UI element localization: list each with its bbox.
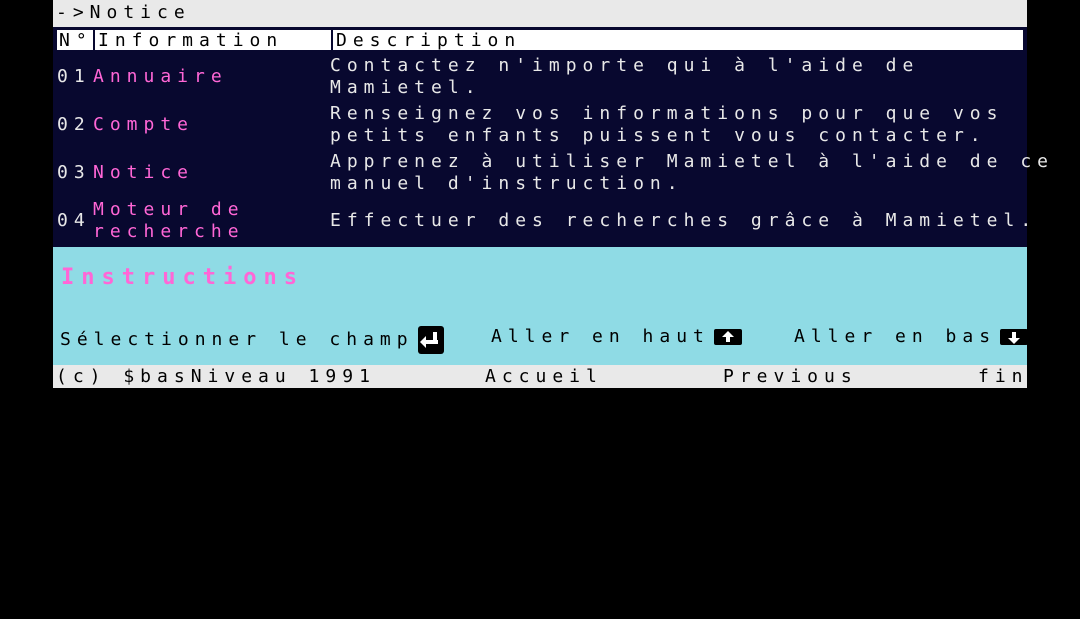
row-number: 01 [57,66,91,87]
row-number: 02 [57,114,91,135]
select-field-hint: Sélectionner le champ [60,326,444,354]
end-link[interactable]: fin [978,366,1029,388]
table-row[interactable]: 01 Annuaire Contactez n'importe qui à l'… [53,53,1027,101]
description-line: Renseignez vos informations pour que vos [330,103,1004,124]
table-header: N° Information Description [55,28,1025,52]
link-moteur-de-recherche[interactable]: Moteur de recherche [93,199,245,243]
description-line: Effectuer des recherches grâce à Mamiete… [330,210,1038,231]
go-down-label: Aller en bas [794,326,997,347]
enter-key-icon[interactable] [417,326,444,354]
copyright-text: (c) $basNiveau 1991 [56,366,376,387]
select-field-label: Sélectionner le champ [60,329,414,350]
table-row[interactable]: 02 Compte Renseignez vos informations po… [53,101,1027,149]
row-description: Contactez n'importe qui à l'aide de Mami… [330,55,1020,99]
header-description: Description [331,30,1026,51]
row-number: 04 [57,210,91,231]
previous-link[interactable]: Previous [723,366,858,388]
services-table: N° Information Description 01 Annuaire C… [53,27,1054,247]
link-label: Annuaire [93,66,228,87]
header-information: Information [93,30,336,51]
link-label: Moteur de [93,199,245,220]
breadcrumb: ->Notice [56,2,191,23]
link-label: Notice [93,162,195,183]
table-row[interactable]: 03 Notice Apprenez à utiliser Mamietel à… [53,149,1054,197]
description-line: Apprenez à utiliser Mamietel à l'aide de… [330,151,1054,172]
arrow-up-key-icon[interactable] [713,329,742,345]
description-line: manuel d'instruction. [330,173,684,194]
row-description: Effectuer des recherches grâce à Mamiete… [330,210,1038,232]
link-label: recherche [93,221,245,242]
go-down-hint: Aller en bas [794,326,1029,348]
footer-bar: (c) $basNiveau 1991 Accueil Previous fin [53,365,1027,388]
link-annuaire[interactable]: Annuaire [93,66,228,88]
description-line: Contactez n'importe qui à l'aide de [330,55,920,76]
row-description: Renseignez vos informations pour que vos… [330,103,1020,147]
description-line: Mamietel. [330,77,482,98]
link-compte[interactable]: Compte [93,114,194,136]
go-up-label: Aller en haut [491,326,710,347]
link-notice[interactable]: Notice [93,162,194,184]
row-description: Apprenez à utiliser Mamietel à l'aide de… [330,151,1054,195]
instructions-title: Instructions [61,265,304,290]
arrow-down-key-icon[interactable] [1000,329,1029,345]
table-row[interactable]: 04 Moteur de recherche Effectuer des rec… [53,197,1038,245]
description-line: petits enfants puissent vous contacter. [330,125,987,146]
header-number: N° [59,30,93,51]
home-link[interactable]: Accueil [485,366,603,388]
minitel-screen: ->Notice N° Information Description 01 A… [53,0,1054,388]
row-number: 03 [57,162,91,183]
link-label: Compte [93,114,195,135]
top-bar: ->Notice [53,0,1027,27]
instructions-panel: Instructions Sélectionner le champ Aller… [53,247,1029,365]
go-up-hint: Aller en haut [491,326,742,348]
